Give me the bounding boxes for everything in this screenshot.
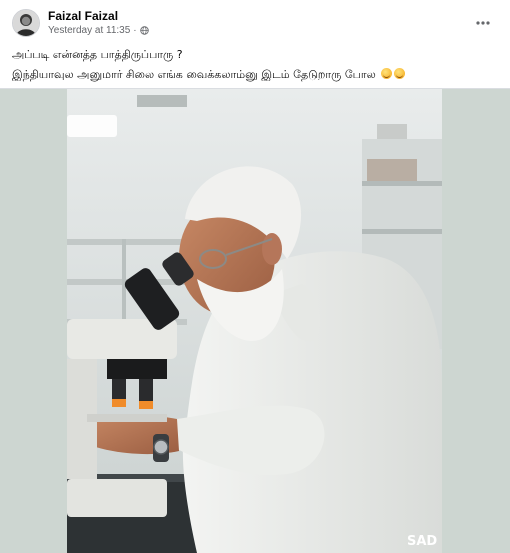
more-horizontal-icon [476,12,490,30]
author-avatar[interactable] [12,9,40,37]
facebook-post: Faizal Faizal Yesterday at 11:35 · அப்பட… [0,0,510,553]
post-photo[interactable]: SAD [67,89,442,553]
post-header: Faizal Faizal Yesterday at 11:35 · [0,0,510,42]
photo-watermark: SAD [407,534,437,549]
post-meta: Yesterday at 11:35 · [48,25,149,36]
meta-separator: · [133,25,137,36]
caption-line-2-wrap: இந்தியாவுல அனுமார் சிலை எங்க வைக்கலாம்னு… [12,65,492,85]
caption-line-2: இந்தியாவுல அனுமார் சிலை எங்க வைக்கலாம்னு… [12,68,376,81]
caption-line-1: அப்படி என்னத்த பாத்திருப்பாரு ? [12,48,183,61]
post-timestamp[interactable]: Yesterday at 11:35 [48,25,130,36]
grinning-face-emoji [381,68,393,79]
globe-icon [139,26,149,35]
post-caption: அப்படி என்னத்த பாத்திருப்பாரு ? இந்தியாவ… [12,45,492,85]
more-options-button[interactable] [472,12,494,30]
grinning-face-emoji [394,68,406,79]
lab-scene-illustration: SAD [67,89,442,553]
author-name[interactable]: Faizal Faizal [48,9,118,23]
